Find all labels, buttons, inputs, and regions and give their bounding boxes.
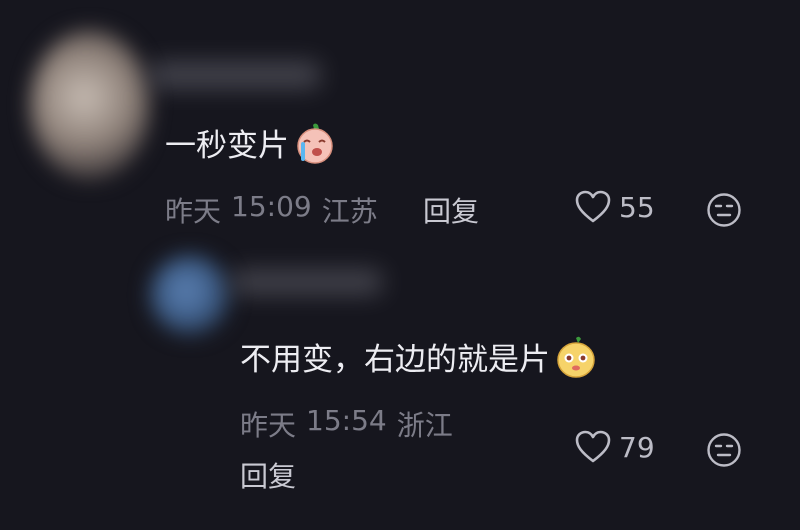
like-count: 79 [619, 430, 655, 464]
smirk-face-emoji-icon [557, 336, 595, 378]
comment-date: 昨天 [165, 195, 222, 228]
reply-button[interactable]: 回复 [423, 190, 479, 230]
comment-location: 江苏 [321, 195, 378, 228]
reply-button[interactable]: 回复 [240, 455, 296, 495]
comment-time: 15:54 [306, 404, 387, 437]
comment-meta: 昨天 15:09 江苏 [165, 190, 378, 230]
username-blurred[interactable] [150, 62, 320, 88]
comment-date: 昨天 [240, 409, 297, 442]
like-button[interactable]: 55 [575, 190, 655, 224]
comment-location: 浙江 [396, 409, 453, 442]
comment-text: 一秒变片 [165, 120, 337, 165]
username-blurred[interactable] [232, 270, 382, 294]
dislike-face-icon[interactable] [706, 192, 742, 228]
comment-meta: 昨天 15:54 浙江 [240, 404, 453, 444]
heart-icon [575, 430, 611, 463]
crying-face-emoji-icon [297, 123, 333, 164]
avatar[interactable] [30, 30, 150, 180]
heart-icon [575, 190, 611, 223]
avatar[interactable] [150, 255, 230, 335]
comment-time: 15:09 [231, 190, 312, 223]
like-button[interactable]: 79 [575, 430, 655, 464]
comment-text: 不用变，右边的就是片 [240, 334, 598, 379]
dislike-face-icon[interactable] [706, 432, 742, 468]
like-count: 55 [619, 190, 655, 224]
